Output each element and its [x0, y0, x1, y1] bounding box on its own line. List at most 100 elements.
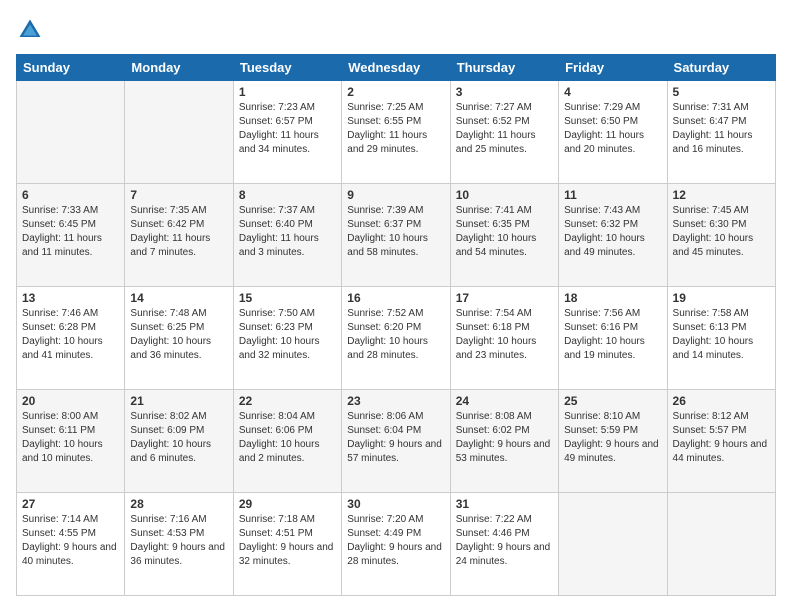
- day-number: 19: [673, 291, 770, 305]
- day-number: 12: [673, 188, 770, 202]
- day-info: Sunrise: 7:31 AM Sunset: 6:47 PM Dayligh…: [673, 101, 770, 157]
- calendar-cell: 12 Sunrise: 7:45 AM Sunset: 6:30 PM Dayli…: [667, 184, 775, 287]
- day-info: Sunrise: 7:39 AM Sunset: 6:37 PM Dayligh…: [347, 204, 444, 260]
- day-info: Sunrise: 7:50 AM Sunset: 6:23 PM Dayligh…: [239, 307, 336, 363]
- day-info: Sunrise: 7:18 AM Sunset: 4:51 PM Dayligh…: [239, 513, 336, 569]
- calendar-cell: 19 Sunrise: 7:58 AM Sunset: 6:13 PM Dayli…: [667, 287, 775, 390]
- calendar-cell: 7 Sunrise: 7:35 AM Sunset: 6:42 PM Daylig…: [125, 184, 233, 287]
- day-number: 21: [130, 394, 227, 408]
- day-info: Sunrise: 7:16 AM Sunset: 4:53 PM Dayligh…: [130, 513, 227, 569]
- weekday-header-saturday: Saturday: [667, 55, 775, 81]
- calendar-cell: [559, 493, 667, 596]
- calendar-cell: [125, 81, 233, 184]
- header: [16, 16, 776, 44]
- day-info: Sunrise: 7:58 AM Sunset: 6:13 PM Dayligh…: [673, 307, 770, 363]
- page: SundayMondayTuesdayWednesdayThursdayFrid…: [0, 0, 792, 612]
- calendar-cell: 22Sunrise: 8:04 AM Sunset: 6:06 PM Dayli…: [233, 390, 341, 493]
- day-number: 18: [564, 291, 661, 305]
- calendar-cell: 31 Sunrise: 7:22 AM Sunset: 4:46 PM Dayli…: [450, 493, 558, 596]
- day-info: Sunrise: 7:14 AM Sunset: 4:55 PM Dayligh…: [22, 513, 119, 569]
- day-info: Sunrise: 7:33 AM Sunset: 6:45 PM Dayligh…: [22, 204, 119, 260]
- calendar-cell: 25Sunrise: 8:10 AM Sunset: 5:59 PM Dayli…: [559, 390, 667, 493]
- calendar-cell: 4 Sunrise: 7:29 AM Sunset: 6:50 PM Daylig…: [559, 81, 667, 184]
- calendar-cell: 2 Sunrise: 7:25 AM Sunset: 6:55 PM Daylig…: [342, 81, 450, 184]
- day-info: Sunrise: 7:46 AM Sunset: 6:28 PM Dayligh…: [22, 307, 119, 363]
- calendar-cell: 24Sunrise: 8:08 AM Sunset: 6:02 PM Dayli…: [450, 390, 558, 493]
- calendar-cell: 26 Sunrise: 8:12 AM Sunset: 5:57 PM Dayli…: [667, 390, 775, 493]
- weekday-header-tuesday: Tuesday: [233, 55, 341, 81]
- day-number: 27: [22, 497, 119, 511]
- day-number: 6: [22, 188, 119, 202]
- day-number: 26: [673, 394, 770, 408]
- weekday-header-row: SundayMondayTuesdayWednesdayThursdayFrid…: [17, 55, 776, 81]
- day-info: Sunrise: 7:54 AM Sunset: 6:18 PM Dayligh…: [456, 307, 553, 363]
- calendar-cell: 18 Sunrise: 7:56 AM Sunset: 6:16 PM Dayli…: [559, 287, 667, 390]
- calendar-cell: [667, 493, 775, 596]
- day-number: 17: [456, 291, 553, 305]
- day-info: Sunrise: 7:37 AM Sunset: 6:40 PM Dayligh…: [239, 204, 336, 260]
- calendar-cell: 29Sunrise: 7:18 AM Sunset: 4:51 PM Dayli…: [233, 493, 341, 596]
- day-info: Sunrise: 7:56 AM Sunset: 6:16 PM Dayligh…: [564, 307, 661, 363]
- weekday-header-wednesday: Wednesday: [342, 55, 450, 81]
- day-number: 31: [456, 497, 553, 511]
- weekday-header-friday: Friday: [559, 55, 667, 81]
- logo-icon: [16, 16, 44, 44]
- calendar-cell: 15 Sunrise: 7:50 AM Sunset: 6:23 PM Dayli…: [233, 287, 341, 390]
- day-number: 9: [347, 188, 444, 202]
- weekday-header-thursday: Thursday: [450, 55, 558, 81]
- day-number: 7: [130, 188, 227, 202]
- day-number: 16: [347, 291, 444, 305]
- calendar-cell: 28 Sunrise: 7:16 AM Sunset: 4:53 PM Dayli…: [125, 493, 233, 596]
- day-info: Sunrise: 7:23 AM Sunset: 6:57 PM Dayligh…: [239, 101, 336, 157]
- day-number: 13: [22, 291, 119, 305]
- day-number: 3: [456, 85, 553, 99]
- calendar-cell: 11Sunrise: 7:43 AM Sunset: 6:32 PM Dayli…: [559, 184, 667, 287]
- day-info: Sunrise: 7:52 AM Sunset: 6:20 PM Dayligh…: [347, 307, 444, 363]
- day-number: 10: [456, 188, 553, 202]
- day-info: Sunrise: 7:45 AM Sunset: 6:30 PM Dayligh…: [673, 204, 770, 260]
- day-number: 1: [239, 85, 336, 99]
- day-info: Sunrise: 7:25 AM Sunset: 6:55 PM Dayligh…: [347, 101, 444, 157]
- day-number: 14: [130, 291, 227, 305]
- calendar-cell: 16 Sunrise: 7:52 AM Sunset: 6:20 PM Dayli…: [342, 287, 450, 390]
- day-info: Sunrise: 8:00 AM Sunset: 6:11 PM Dayligh…: [22, 410, 119, 466]
- day-number: 8: [239, 188, 336, 202]
- calendar-cell: 13 Sunrise: 7:46 AM Sunset: 6:28 PM Dayli…: [17, 287, 125, 390]
- day-info: Sunrise: 7:27 AM Sunset: 6:52 PM Dayligh…: [456, 101, 553, 157]
- day-number: 23: [347, 394, 444, 408]
- day-info: Sunrise: 8:06 AM Sunset: 6:04 PM Dayligh…: [347, 410, 444, 466]
- calendar-cell: 23 Sunrise: 8:06 AM Sunset: 6:04 PM Dayli…: [342, 390, 450, 493]
- calendar-cell: 30 Sunrise: 7:20 AM Sunset: 4:49 PM Dayli…: [342, 493, 450, 596]
- calendar-cell: 27 Sunrise: 7:14 AM Sunset: 4:55 PM Dayli…: [17, 493, 125, 596]
- day-number: 2: [347, 85, 444, 99]
- calendar-cell: 14 Sunrise: 7:48 AM Sunset: 6:25 PM Dayli…: [125, 287, 233, 390]
- logo: [16, 16, 48, 44]
- day-number: 25: [564, 394, 661, 408]
- day-info: Sunrise: 7:20 AM Sunset: 4:49 PM Dayligh…: [347, 513, 444, 569]
- day-number: 22: [239, 394, 336, 408]
- day-info: Sunrise: 7:41 AM Sunset: 6:35 PM Dayligh…: [456, 204, 553, 260]
- week-row-3: 13 Sunrise: 7:46 AM Sunset: 6:28 PM Dayli…: [17, 287, 776, 390]
- calendar-cell: 21Sunrise: 8:02 AM Sunset: 6:09 PM Dayli…: [125, 390, 233, 493]
- day-number: 30: [347, 497, 444, 511]
- calendar-cell: 8 Sunrise: 7:37 AM Sunset: 6:40 PM Daylig…: [233, 184, 341, 287]
- day-number: 28: [130, 497, 227, 511]
- day-info: Sunrise: 7:29 AM Sunset: 6:50 PM Dayligh…: [564, 101, 661, 157]
- weekday-header-monday: Monday: [125, 55, 233, 81]
- day-info: Sunrise: 8:08 AM Sunset: 6:02 PM Dayligh…: [456, 410, 553, 466]
- calendar-table: SundayMondayTuesdayWednesdayThursdayFrid…: [16, 54, 776, 596]
- calendar-cell: 3 Sunrise: 7:27 AM Sunset: 6:52 PM Daylig…: [450, 81, 558, 184]
- day-info: Sunrise: 7:22 AM Sunset: 4:46 PM Dayligh…: [456, 513, 553, 569]
- calendar-cell: 20 Sunrise: 8:00 AM Sunset: 6:11 PM Dayli…: [17, 390, 125, 493]
- day-info: Sunrise: 8:12 AM Sunset: 5:57 PM Dayligh…: [673, 410, 770, 466]
- week-row-2: 6 Sunrise: 7:33 AM Sunset: 6:45 PM Daylig…: [17, 184, 776, 287]
- calendar-cell: 1 Sunrise: 7:23 AM Sunset: 6:57 PM Daylig…: [233, 81, 341, 184]
- calendar-cell: 6 Sunrise: 7:33 AM Sunset: 6:45 PM Daylig…: [17, 184, 125, 287]
- day-number: 15: [239, 291, 336, 305]
- day-number: 4: [564, 85, 661, 99]
- calendar-cell: 9 Sunrise: 7:39 AM Sunset: 6:37 PM Daylig…: [342, 184, 450, 287]
- weekday-header-sunday: Sunday: [17, 55, 125, 81]
- day-info: Sunrise: 7:48 AM Sunset: 6:25 PM Dayligh…: [130, 307, 227, 363]
- day-info: Sunrise: 7:35 AM Sunset: 6:42 PM Dayligh…: [130, 204, 227, 260]
- day-number: 20: [22, 394, 119, 408]
